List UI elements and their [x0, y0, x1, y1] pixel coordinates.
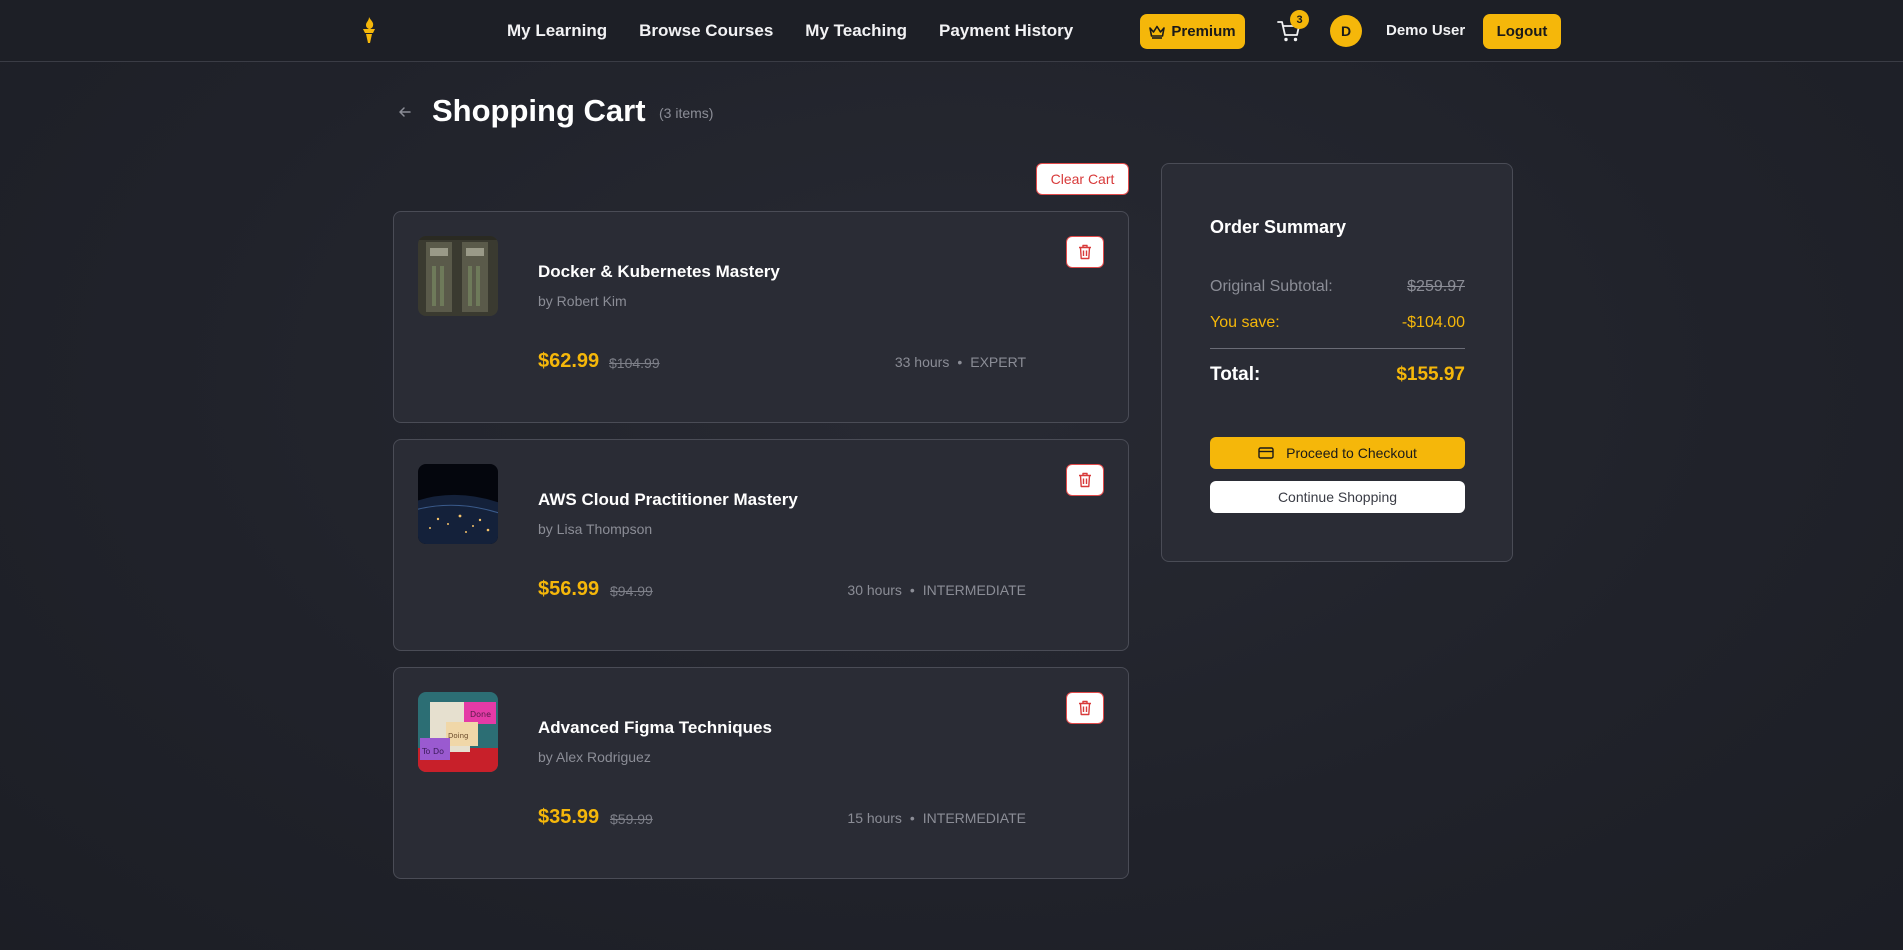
course-level: EXPERT — [970, 354, 1026, 370]
original-price: $104.99 — [609, 355, 660, 371]
total-label: Total: — [1210, 364, 1261, 385]
order-summary-panel: Order Summary Original Subtotal: $259.97… — [1161, 163, 1513, 562]
clear-cart-button[interactable]: Clear Cart — [1036, 163, 1129, 195]
nav-my-teaching[interactable]: My Teaching — [805, 21, 907, 41]
course-title[interactable]: Advanced Figma Techniques — [538, 718, 772, 738]
separator-dot: • — [909, 810, 915, 826]
continue-shopping-button[interactable]: Continue Shopping — [1210, 481, 1465, 513]
savings-row: You save: -$104.00 — [1210, 314, 1465, 332]
logout-button[interactable]: Logout — [1483, 14, 1561, 49]
nav-payment-history[interactable]: Payment History — [939, 21, 1073, 41]
page-title: Shopping Cart — [432, 93, 646, 128]
total-row: Total: $155.97 — [1210, 364, 1465, 386]
sale-price: $56.99 — [538, 578, 600, 600]
trash-icon — [1079, 700, 1091, 716]
course-title[interactable]: Docker & Kubernetes Mastery — [538, 262, 780, 282]
subtotal-row: Original Subtotal: $259.97 — [1210, 278, 1465, 296]
separator-dot: • — [909, 582, 915, 598]
savings-value: -$104.00 — [1401, 314, 1465, 331]
arrow-left-icon[interactable] — [397, 104, 413, 120]
premium-label: Premium — [1171, 23, 1236, 40]
course-thumbnail[interactable] — [418, 464, 498, 544]
avatar[interactable]: D — [1330, 15, 1362, 47]
svg-text:To Do: To Do — [421, 747, 444, 756]
checkout-label: Proceed to Checkout — [1286, 445, 1417, 461]
course-level: INTERMEDIATE — [922, 810, 1026, 826]
course-meta: 33 hours • EXPERT — [895, 354, 1026, 370]
trash-icon — [1079, 472, 1091, 488]
remove-item-button[interactable] — [1066, 464, 1104, 496]
subtotal-value: $259.97 — [1407, 278, 1465, 295]
credit-card-icon — [1258, 447, 1274, 459]
subtotal-label: Original Subtotal: — [1210, 278, 1333, 295]
main-nav: My Learning Browse Courses My Teaching P… — [507, 0, 1105, 62]
remove-item-button[interactable] — [1066, 692, 1104, 724]
nav-browse-courses[interactable]: Browse Courses — [639, 21, 773, 41]
total-value: $155.97 — [1396, 364, 1465, 385]
course-meta: 30 hours • INTERMEDIATE — [847, 582, 1026, 598]
summary-divider — [1210, 348, 1465, 349]
nav-my-learning[interactable]: My Learning — [507, 21, 607, 41]
svg-text:Doing: Doing — [448, 732, 469, 740]
order-summary-title: Order Summary — [1210, 217, 1347, 237]
proceed-to-checkout-button[interactable]: Proceed to Checkout — [1210, 437, 1465, 469]
remove-item-button[interactable] — [1066, 236, 1104, 268]
sale-price: $35.99 — [538, 806, 600, 828]
course-title[interactable]: AWS Cloud Practitioner Mastery — [538, 490, 798, 510]
original-price: $59.99 — [610, 811, 653, 827]
course-thumbnail[interactable] — [418, 236, 498, 316]
cart-item: Docker & Kubernetes Mastery by Robert Ki… — [393, 211, 1129, 423]
original-price: $94.99 — [610, 583, 653, 599]
sale-price: $62.99 — [538, 350, 600, 372]
trash-icon — [1079, 244, 1091, 260]
cart-count-badge: 3 — [1290, 10, 1309, 29]
instructor-name: by Alex Rodriguez — [538, 749, 651, 765]
savings-label: You save: — [1210, 314, 1280, 331]
premium-button[interactable]: Premium — [1140, 14, 1245, 49]
course-level: INTERMEDIATE — [922, 582, 1026, 598]
course-duration: 30 hours — [847, 582, 902, 598]
separator-dot: • — [957, 354, 963, 370]
course-duration: 15 hours — [847, 810, 902, 826]
cart-item: AWS Cloud Practitioner Mastery by Lisa T… — [393, 439, 1129, 651]
course-thumbnail[interactable]: Done Doing To Do — [418, 692, 498, 772]
course-duration: 33 hours — [894, 354, 950, 370]
torch-logo-icon[interactable] — [358, 16, 380, 44]
svg-text:Done: Done — [470, 710, 491, 719]
navbar: My Learning Browse Courses My Teaching P… — [0, 0, 1903, 62]
crown-icon — [1149, 25, 1166, 39]
item-count: (3 items) — [659, 105, 714, 121]
instructor-name: by Lisa Thompson — [538, 521, 653, 537]
username: Demo User — [1386, 22, 1466, 39]
cart-item: Done Doing To Do Advanced Figma Techniqu… — [393, 667, 1129, 879]
course-meta: 15 hours • INTERMEDIATE — [847, 810, 1026, 826]
instructor-name: by Robert Kim — [538, 293, 627, 309]
